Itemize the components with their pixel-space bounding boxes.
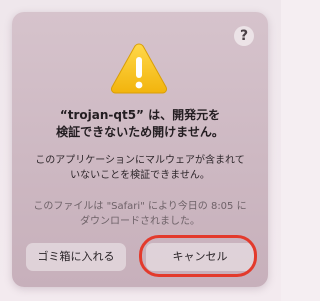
cancel-button[interactable]: キャンセル (146, 243, 254, 271)
download-info-text: このファイルは "Safari" により今日の 8:05 に ダウンロードされま… (33, 201, 247, 227)
warning-triangle-icon (110, 43, 168, 94)
move-to-trash-button[interactable]: ゴミ箱に入れる (26, 243, 126, 271)
help-button[interactable]: ? (234, 26, 254, 46)
gatekeeper-alert-dialog: ? “trojan-qt5” は、開発元を 検証できないため開けません。 このア… (12, 12, 268, 287)
dialog-title: “trojan-qt5” は、開発元を 検証できないため開けません。 (56, 108, 224, 139)
dialog-message: このアプリケーションにマルウェアが含まれて いないことを検証できません。 (35, 155, 245, 181)
